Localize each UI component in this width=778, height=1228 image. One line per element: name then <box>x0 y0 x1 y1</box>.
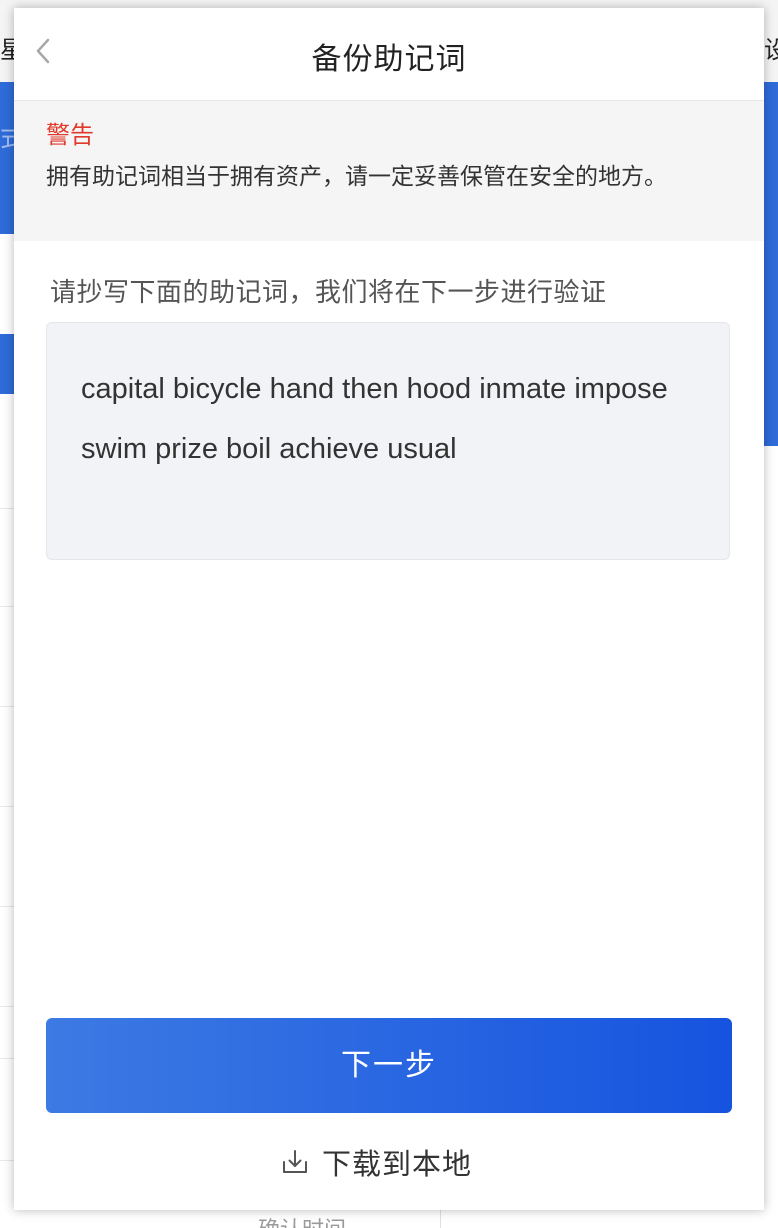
warning-text: 拥有助记词相当于拥有资产，请一定妥善保管在安全的地方。 <box>46 164 667 190</box>
background-divider <box>0 1058 14 1059</box>
background-blue-panel-left <box>0 82 14 234</box>
background-divider <box>0 508 14 509</box>
background-divider <box>0 606 14 607</box>
download-label: 下载到本地 <box>322 1147 473 1181</box>
background-divider <box>0 1160 14 1161</box>
background-column-divider <box>440 1210 441 1228</box>
download-to-local-button[interactable]: 下载到本地 <box>280 1142 472 1182</box>
background-divider <box>0 906 14 907</box>
background-blue-strip-left <box>0 334 14 394</box>
background-blue-panel-right <box>764 82 778 446</box>
page-title: 备份助记词 <box>311 42 467 77</box>
instruction-text: 请抄写下面的助记词，我们将在下一步进行验证 <box>50 278 607 308</box>
warning-banner: 警告 拥有助记词相当于拥有资产，请一定妥善保管在安全的地方。 <box>14 101 764 241</box>
background-topbar-right-text: 设 <box>764 36 778 64</box>
background-divider <box>0 1006 14 1007</box>
background-divider <box>0 706 14 707</box>
backup-mnemonic-popup: 备份助记词 警告 拥有助记词相当于拥有资产，请一定妥善保管在安全的地方。 请抄写… <box>14 8 764 1210</box>
background-divider <box>0 806 14 807</box>
background-bottom-text: 确认时间 <box>258 1212 346 1228</box>
mnemonic-box: capital bicycle hand then hood inmate im… <box>46 322 730 560</box>
download-icon <box>283 1150 307 1173</box>
next-step-button[interactable]: 下一步 <box>46 1018 732 1113</box>
warning-title: 警告 <box>46 121 94 149</box>
mnemonic-phrase: capital bicycle hand then hood inmate im… <box>81 373 668 465</box>
header: 备份助记词 <box>14 8 764 101</box>
